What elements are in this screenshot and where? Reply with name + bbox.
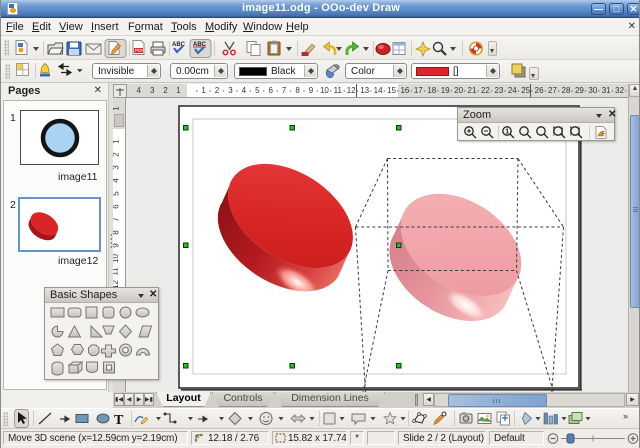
svg-text:1: 1 [505, 129, 509, 136]
svg-text:T: T [114, 413, 124, 428]
svg-text:»: » [623, 411, 628, 421]
svg-text:ABC: ABC [172, 42, 186, 48]
svg-text:PDF: PDF [135, 48, 144, 53]
